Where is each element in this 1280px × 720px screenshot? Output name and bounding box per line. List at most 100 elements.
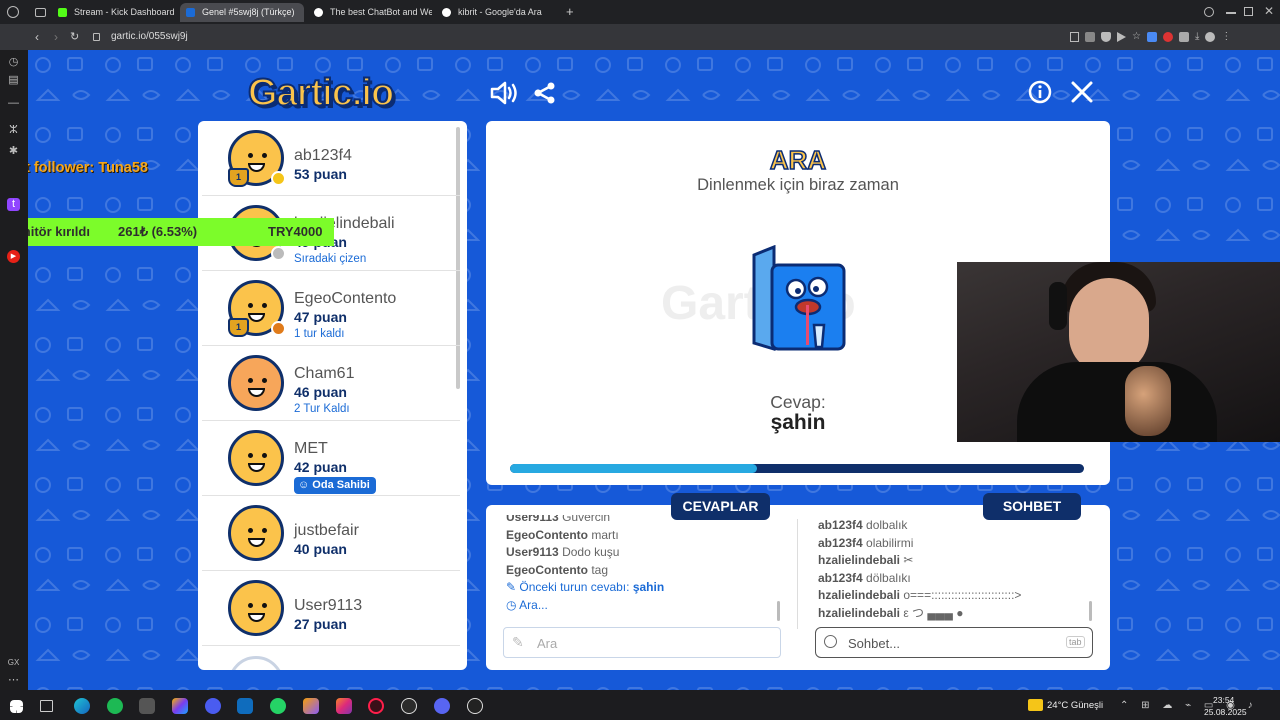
more-icon[interactable]: ⋮ (1221, 32, 1231, 42)
reading-icon[interactable]: ▤ (7, 74, 20, 87)
browser-menu-icon[interactable] (7, 6, 19, 18)
player-row[interactable]: User9113 27 puan (202, 571, 460, 646)
discord-alt-icon[interactable] (434, 698, 450, 714)
sidebar-more-icon[interactable]: ⋯ (7, 674, 20, 687)
sound-icon[interactable] (490, 80, 518, 106)
kick-app-icon[interactable]: ⵣ (7, 124, 20, 137)
edge-icon[interactable] (74, 698, 90, 714)
owner-badge-label: Oda Sahibi (312, 479, 370, 491)
opera-gx-icon[interactable] (368, 698, 384, 714)
search-tabs-icon[interactable] (1204, 7, 1214, 17)
player-row[interactable]: justbefair 40 puan (202, 496, 460, 571)
player-status: Sıradaki çizen (294, 253, 367, 265)
player-points: 27 puan (294, 616, 347, 632)
play-icon[interactable] (1117, 32, 1126, 42)
goal-target: TRY4000 (268, 224, 323, 239)
forward-icon[interactable]: › (54, 30, 58, 44)
clock-time[interactable]: 23:54 (1213, 695, 1234, 705)
clock-icon: ◷ (506, 597, 517, 612)
close-icon[interactable] (1070, 80, 1094, 104)
copilot-icon[interactable] (172, 698, 188, 714)
game-area: Gartic.io 1 ab123f4 53 puan hzalielindebali… (28, 50, 1280, 690)
new-tab-button[interactable]: + (566, 4, 574, 19)
back-icon[interactable]: ‹ (35, 30, 39, 44)
room-owner-badge: ☺ Oda Sahibi (294, 477, 376, 494)
info-icon[interactable] (1028, 80, 1052, 104)
whatsapp-icon[interactable] (270, 698, 286, 714)
avatar-eye (262, 603, 267, 608)
discord-tb-icon[interactable] (205, 698, 221, 714)
shield-icon[interactable] (1101, 32, 1111, 42)
spotify-icon[interactable] (107, 698, 123, 714)
chat-lines: ab123f4 dolbalık ab123f4 olabilirmi hzalie… (818, 517, 1088, 622)
puzzle-icon[interactable] (1178, 32, 1189, 42)
answer-line: EgeoContento martı (506, 527, 776, 545)
games-icon[interactable] (303, 698, 319, 714)
obs-icon[interactable] (401, 698, 417, 714)
reload-icon[interactable]: ↻ (70, 30, 79, 43)
pencil-icon: ✎ (506, 580, 517, 594)
chat-log: ab123f4 dolbalık ab123f4 olabilirmi hzalie… (818, 515, 1088, 623)
twitch-app-icon[interactable]: t (7, 198, 20, 211)
downloads-icon[interactable]: ⤓ (1195, 32, 1199, 42)
answer-line: User9113 Dodo kuşu (506, 544, 776, 562)
tab-label: Genel #5swj8j (Türkçe) (202, 7, 295, 17)
chat-line: ab123f4 olabilirmi (818, 535, 1088, 553)
chat-text: olabilirmi (866, 535, 914, 550)
player-row[interactable]: 1 EgeoContento 47 puan 1 tur kaldı (202, 271, 460, 346)
task-view-icon[interactable] (40, 700, 53, 712)
tab-kick[interactable]: Stream - Kick Dashboard (52, 3, 176, 22)
player-row[interactable]: 1 ab123f4 53 puan (202, 121, 460, 196)
answer-input[interactable]: ✎ Ara (503, 627, 781, 658)
tab-chatbot[interactable]: The best ChatBot and We (308, 3, 432, 22)
chatgpt-app-icon[interactable]: ✱ (7, 145, 20, 158)
site-info-icon[interactable] (93, 33, 100, 41)
clock-date[interactable]: 25.08.2025 (1204, 707, 1247, 717)
history-icon[interactable]: ◷ (7, 56, 20, 69)
chat-scrollbar[interactable] (1089, 601, 1092, 621)
player-avatar (228, 505, 284, 561)
tab-list-icon[interactable] (35, 8, 46, 17)
adblock-icon[interactable] (1162, 32, 1173, 42)
player-avatar (228, 355, 284, 411)
avatar-eye (248, 453, 253, 458)
media-player-icon[interactable] (467, 698, 483, 714)
answer-user: EgeoContento (506, 527, 588, 542)
avatar-mouth (248, 163, 265, 172)
star-icon[interactable]: ☆ (1132, 32, 1141, 42)
tab-label: kibrit - Google'da Ara (458, 7, 542, 17)
profile-icon[interactable] (1205, 32, 1216, 42)
youtube-app-icon[interactable]: ▶ (7, 250, 20, 263)
close-window-icon[interactable]: ✕ (1264, 4, 1274, 18)
weather-text[interactable]: 24°C Güneşli (1047, 700, 1103, 711)
player-name: User9113 (294, 597, 363, 614)
player-points: 53 puan (294, 166, 347, 182)
extension-icon[interactable] (1085, 32, 1095, 42)
minimize-icon[interactable] (1226, 12, 1236, 14)
extensions-icons[interactable]: ☆ ⤓ ⋮ (1070, 32, 1270, 42)
panel-divider (797, 519, 798, 629)
status-dot-icon (271, 171, 286, 186)
outlook-icon[interactable] (237, 698, 253, 714)
instagram-icon[interactable] (336, 698, 352, 714)
answers-scrollbar[interactable] (777, 601, 780, 621)
translate-icon[interactable] (1146, 32, 1157, 42)
gx-app-icon[interactable]: GX (7, 656, 20, 669)
bookmark-icon[interactable] (1070, 32, 1079, 42)
start-icon[interactable] (10, 700, 23, 713)
player-points: 42 puan (294, 459, 347, 475)
share-icon[interactable] (533, 81, 557, 105)
tab-google[interactable]: kibrit - Google'da Ara (436, 3, 560, 22)
answer-user: User9113 (506, 515, 559, 524)
chat-user: ab123f4 (818, 570, 863, 585)
tab-gartic[interactable]: Genel #5swj8j (Türkçe) (180, 3, 304, 22)
webcam-overlay (957, 262, 1280, 442)
url-field[interactable]: gartic.io/055swj9j (111, 31, 188, 42)
player-row[interactable]: Cham61 46 puan 2 Tur Kaldı (202, 346, 460, 421)
answer-text: tag (591, 562, 609, 577)
chat-input[interactable]: Sohbet... tab (815, 627, 1093, 658)
player-row[interactable]: MET 42 puan ☺ Oda Sahibi (202, 421, 460, 496)
maximize-icon[interactable] (1244, 7, 1253, 16)
avatar-mouth (248, 538, 265, 547)
calculator-icon[interactable] (139, 698, 155, 714)
